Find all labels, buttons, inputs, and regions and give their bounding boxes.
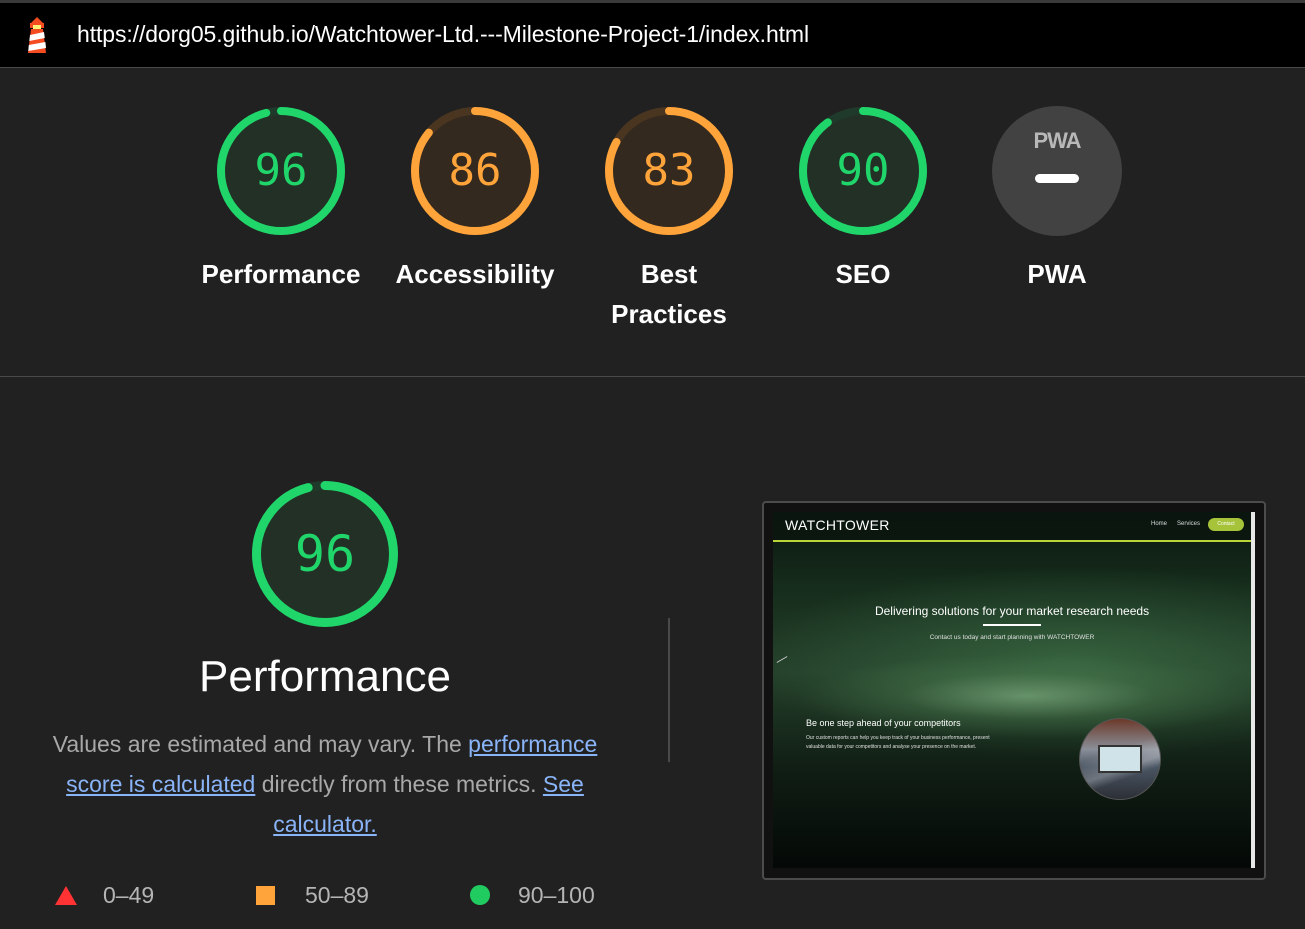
gauge-performance[interactable]: 96 Performance bbox=[181, 106, 381, 294]
preview-headline: Delivering solutions for your market res… bbox=[874, 604, 1150, 618]
gauge-pwa[interactable]: PWA PWA bbox=[957, 106, 1157, 294]
performance-main-gauge: 96 bbox=[251, 480, 399, 628]
preview-nav-contact: Contact bbox=[1208, 518, 1244, 531]
section-divider bbox=[0, 376, 1305, 377]
accessibility-label: Accessibility bbox=[395, 259, 555, 289]
preview-navbar: WATCHTOWER Home Services Contact bbox=[773, 512, 1251, 542]
preview-headline-underline bbox=[983, 624, 1041, 626]
legend-pass-range: 90–100 bbox=[518, 881, 595, 908]
performance-main-score: 96 bbox=[294, 525, 356, 583]
legend-fail: 0–49 bbox=[55, 875, 154, 915]
pwa-badge-text: PWA bbox=[1033, 128, 1081, 153]
preview-section-title: Be one step ahead of your competitors bbox=[806, 718, 961, 728]
preview-scrollbar bbox=[1251, 512, 1255, 868]
gauge-accessibility[interactable]: 86 Accessibility bbox=[375, 106, 575, 294]
score-legend: 0–49 50–89 90–100 bbox=[0, 875, 650, 915]
accessibility-score-ring: 86 bbox=[410, 106, 540, 236]
page-preview: WATCHTOWER Home Services Contact Deliver… bbox=[773, 512, 1251, 868]
report-url-bar: https://dorg05.github.io/Watchtower-Ltd.… bbox=[0, 3, 1305, 68]
description-text-mid: directly from these metrics. bbox=[255, 771, 543, 797]
seo-score: 90 bbox=[836, 145, 890, 196]
preview-nav-services: Services bbox=[1177, 521, 1201, 527]
pwa-dash-icon bbox=[1035, 174, 1079, 183]
preview-subline: Contact us today and start planning with… bbox=[929, 634, 1095, 641]
preview-laptop-screen bbox=[1098, 745, 1142, 773]
preview-brand: WATCHTOWER bbox=[785, 517, 890, 533]
legend-fail-range: 0–49 bbox=[103, 881, 155, 908]
performance-score-ring: 96 bbox=[216, 106, 346, 236]
report-url[interactable]: https://dorg05.github.io/Watchtower-Ltd.… bbox=[77, 21, 809, 48]
gauge-best-practices[interactable]: 83 Best Practices bbox=[569, 106, 769, 334]
best-practices-label: Best Practices bbox=[569, 254, 769, 334]
seo-label: SEO bbox=[835, 259, 891, 289]
description-text-start: Values are estimated and may vary. The bbox=[52, 731, 469, 757]
preview-laptop-image bbox=[1079, 718, 1161, 800]
accessibility-score: 86 bbox=[448, 145, 502, 196]
seo-score-ring: 90 bbox=[798, 106, 928, 236]
preview-nav-home: Home bbox=[1151, 521, 1168, 527]
legend-average: 50–89 bbox=[256, 875, 369, 915]
best-practices-score: 83 bbox=[642, 145, 696, 196]
performance-score: 96 bbox=[254, 145, 308, 196]
performance-label: Performance bbox=[201, 259, 361, 289]
vertical-separator bbox=[668, 618, 670, 762]
legend-average-range: 50–89 bbox=[305, 881, 369, 908]
gauge-seo[interactable]: 90 SEO bbox=[763, 106, 963, 294]
square-orange-icon bbox=[256, 885, 275, 905]
triangle-red-icon bbox=[55, 885, 77, 905]
pwa-badge-circle bbox=[992, 106, 1122, 236]
best-practices-label-line2: Practices bbox=[611, 299, 727, 329]
best-practices-label-line1: Best bbox=[640, 259, 698, 289]
preview-shooting-star bbox=[776, 656, 788, 663]
legend-pass: 90–100 bbox=[470, 875, 595, 915]
preview-section-text: Our custom reports can help you keep tra… bbox=[806, 735, 990, 750]
pwa-badge: PWA bbox=[992, 106, 1122, 236]
final-screenshot: WATCHTOWER Home Services Contact Deliver… bbox=[762, 501, 1266, 880]
performance-heading: Performance bbox=[199, 652, 451, 701]
lighthouse-icon bbox=[28, 17, 46, 53]
performance-description: Values are estimated and may vary. The p… bbox=[30, 724, 620, 844]
best-practices-score-ring: 83 bbox=[604, 106, 734, 236]
pwa-label: PWA bbox=[1027, 259, 1087, 289]
circle-green-icon bbox=[470, 885, 490, 905]
category-gauges: 96 Performance 86 Accessibility 83 Best … bbox=[0, 68, 1305, 376]
